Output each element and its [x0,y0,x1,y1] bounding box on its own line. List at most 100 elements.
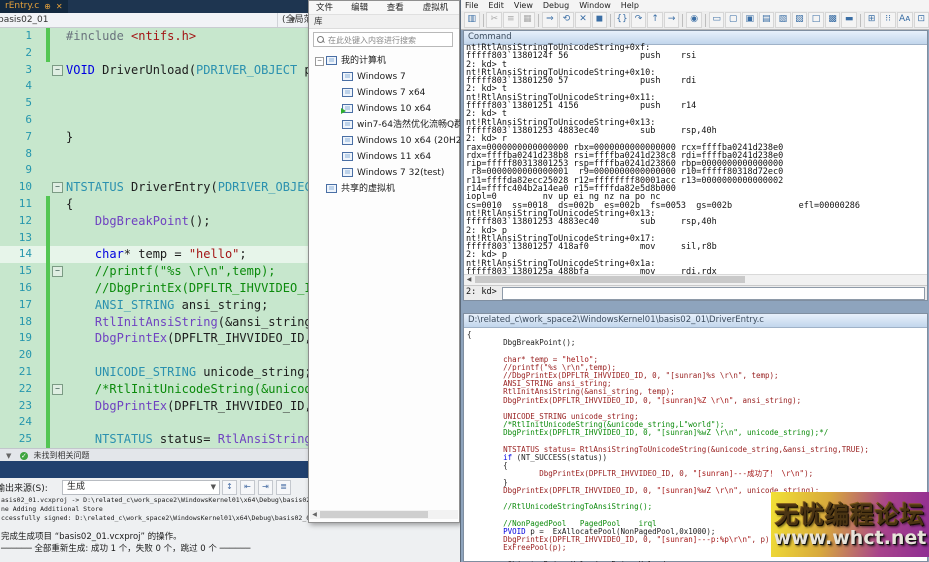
copy-icon[interactable]: ≡ [503,12,519,28]
command-horizontal-scrollbar[interactable]: ◀ [464,274,927,285]
code-token: DriverUnload( [102,63,196,77]
vs-tab-label: rEntry.c [5,0,39,13]
memory-bits-icon[interactable]: ⁝⁝ [880,12,896,28]
code-token: "[sunran]%wZ \r\n" [657,486,738,495]
call-stack-window-icon[interactable]: ▨ [792,12,808,28]
cut-icon[interactable]: ✂ [486,12,502,28]
change-bar [46,314,50,331]
goto-next-icon[interactable]: ⇥ [258,480,273,495]
menu-item[interactable]: View [514,0,533,11]
vm-search-box[interactable]: 在此处键入内容进行搜索 [313,32,453,47]
code-token: unicode_string; [196,365,312,379]
code-token: } [66,130,73,144]
clear-all-icon[interactable]: ≣ [276,480,291,495]
command-window-icon[interactable]: ▭ [709,12,725,28]
vm-tree-item[interactable]: Windows 7 32(test) [309,165,459,181]
fold-icon[interactable]: − [52,182,63,193]
command-window: Command nt!RtlAnsiStringToUnicodeString+… [463,30,928,301]
wrap-icon[interactable]: ↕ [222,480,237,495]
code-token: //printf("%s \r\n",temp); [66,264,276,278]
registers-window-icon[interactable]: ▤ [759,12,775,28]
code-text: //printf("%s \r\n",temp); [66,263,276,280]
code-text: DbgPrintEx(DPFLTR_IHVVIDEO_ID, 0, [66,398,333,415]
watermark-url: www.whct.net [774,528,927,548]
scroll-left-icon[interactable]: ◀ [310,510,319,519]
menu-item[interactable]: 查看(V) [387,1,414,14]
windbg-menu-bar: File Edit View Debug Window Help [461,0,929,11]
vm-name: Windows 7 32(test) [357,165,444,181]
code-token: status= [153,432,218,446]
disassembly-window-icon[interactable]: ▩ [825,12,841,28]
vm-tree-item[interactable]: 共享的虚拟机 [309,181,459,197]
tree-expander-icon[interactable]: − [315,57,324,66]
source-mode-on-icon[interactable]: ▬ [841,12,857,28]
goto-prev-icon[interactable]: ⇤ [240,480,255,495]
change-bar [46,95,50,112]
fold-icon[interactable]: − [52,65,63,76]
code-token: (NT_SUCCESS(status)) [512,453,607,462]
fold-icon[interactable]: − [52,266,63,277]
scroll-left-icon[interactable]: ◀ [465,276,473,284]
insert-breakpoint-icon[interactable]: ◉ [686,12,702,28]
vm-tree-item[interactable]: Windows 11 x64 [309,149,459,165]
desktop: rEntry.c ⊕ ✕ basis02_01 ▼ (全局范 1#include… [0,0,929,562]
menu-item[interactable]: Edit [488,0,504,11]
change-bar [46,112,50,129]
vm-horizontal-scrollbar[interactable]: ◀ [310,510,458,519]
chevron-down-icon[interactable]: ▼ [6,452,11,460]
vm-tree-item[interactable]: Windows 7 x64 [309,85,459,101]
scrollbar-thumb[interactable] [475,276,745,283]
menu-item[interactable]: Debug [543,0,569,11]
vs-project-dropdown[interactable]: basis02_01 [0,13,49,27]
watch-window-icon[interactable]: ▢ [725,12,741,28]
paste-icon[interactable]: ▦ [520,12,536,28]
scratch-pad-icon[interactable]: □ [808,12,824,28]
step-over-icon[interactable]: ↷ [631,12,647,28]
menu-item[interactable]: 文件(F) [316,1,342,14]
menu-item[interactable]: Help [621,0,639,11]
menu-item[interactable]: 编辑(E) [351,1,378,14]
step-into-icon[interactable]: {} [614,12,630,28]
vm-tree-item[interactable]: Windows 7 [309,69,459,85]
step-out-icon[interactable]: ↑ [647,12,663,28]
go-icon[interactable]: ⇒ [542,12,558,28]
code-token: "[sunran]---p:%p\r\n" [657,535,752,544]
toolbar-separator [483,14,484,27]
fold-icon[interactable]: − [52,384,63,395]
code-text: { [66,196,73,213]
vm-tree-item[interactable]: −我的计算机 [309,53,459,69]
vs-tab-driverentry[interactable]: rEntry.c ⊕ ✕ [0,0,68,13]
break-icon[interactable]: ◼ [592,12,608,28]
menu-item[interactable]: File [465,0,478,11]
locals-window-icon[interactable]: ▣ [742,12,758,28]
source-window-title[interactable]: D:\related_c\work_space2\WindowsKernel01… [464,314,927,328]
command-input[interactable] [502,287,925,300]
line-number: 12 [0,213,32,230]
pin-icon[interactable]: ⊕ [44,0,51,13]
code-token: * temp = [124,247,189,261]
vm-tree-item[interactable]: Windows 10 x64 (20H2) [309,133,459,149]
change-bar [46,364,50,381]
search-icon [317,36,325,44]
memory-window-icon[interactable]: ▧ [775,12,791,28]
menu-item[interactable]: 虚拟机(M) [423,1,459,14]
menu-item[interactable]: Window [579,0,611,11]
vs-issues-text: 未找到相关问题 [33,451,89,460]
code-token: NTSTATUS [66,432,153,446]
stop-debugging-icon[interactable]: ✕ [575,12,591,28]
source-mode-icon[interactable]: ⊞ [864,12,880,28]
font-icon[interactable]: Aᴀ [897,12,913,28]
code-token: , ansi_string); [733,396,801,405]
run-to-cursor-icon[interactable]: → [664,12,680,28]
close-icon[interactable]: ✕ [56,0,63,13]
code-token: ; [239,247,246,261]
restart-icon[interactable]: ⟲ [559,12,575,28]
vm-tree-item[interactable]: Windows 10 x64 [309,101,459,117]
vm-name: Windows 10 x64 (20H2) [357,133,465,149]
open-source-file-icon[interactable]: ▥ [464,12,480,28]
scrollbar-thumb[interactable] [320,511,428,518]
vm-tree-item[interactable]: win7-64浩然优化流畅Q群7413 [309,117,459,133]
options-icon[interactable]: ⊡ [914,12,929,28]
code-token: char [66,247,124,261]
output-source-combo[interactable]: 生成 ▼ [62,480,220,495]
